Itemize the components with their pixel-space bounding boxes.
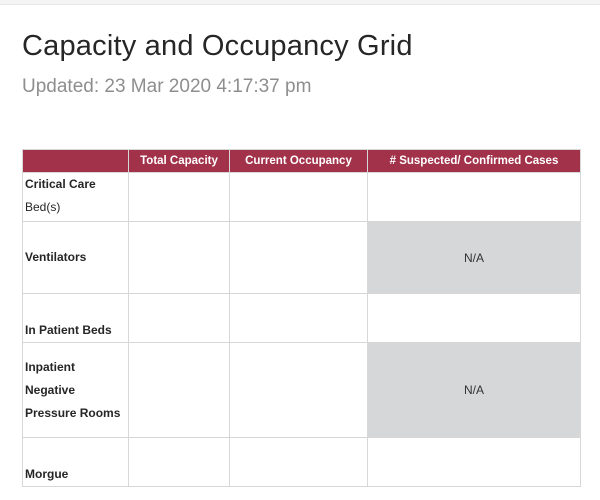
updated-timestamp: Updated: 23 Mar 2020 4:17:37 pm — [22, 76, 312, 97]
cases-cell — [367, 437, 581, 487]
cases-cell-na: N/A — [367, 342, 581, 438]
total-capacity-cell — [128, 172, 230, 222]
total-capacity-cell — [128, 342, 230, 438]
table-row: Critical Care Bed(s) — [22, 172, 581, 222]
table-row: Ventilators N/A — [22, 221, 581, 294]
row-label-line: Inpatient — [25, 359, 75, 374]
row-label-line: Critical Care — [25, 177, 96, 191]
total-capacity-cell — [128, 293, 230, 343]
row-label-line: Negative — [25, 382, 76, 397]
table-row: In Patient Beds — [22, 293, 581, 343]
row-label-line: Bed(s) — [25, 200, 61, 214]
current-occupancy-cell — [229, 342, 368, 438]
cases-cell — [367, 172, 581, 222]
total-capacity-cell — [128, 437, 230, 487]
row-label-inpatient-negative-pressure-rooms: Inpatient Negative Pressure Rooms — [22, 342, 129, 438]
column-header-total-capacity: Total Capacity — [128, 149, 230, 173]
current-occupancy-cell — [229, 172, 368, 222]
table-row: Inpatient Negative Pressure Rooms N/A — [22, 342, 581, 438]
table-row: Morgue — [22, 437, 581, 487]
cases-cell-na: N/A — [367, 221, 581, 294]
column-header-cases: # Suspected/ Confirmed Cases — [367, 149, 581, 173]
current-occupancy-cell — [229, 293, 368, 343]
row-label-in-patient-beds: In Patient Beds — [22, 293, 129, 343]
table-header-row: Total Capacity Current Occupancy # Suspe… — [22, 149, 581, 173]
row-label-critical-care: Critical Care Bed(s) — [22, 172, 129, 222]
cases-cell — [367, 293, 581, 343]
capacity-table: Total Capacity Current Occupancy # Suspe… — [22, 149, 581, 487]
row-label-ventilators: Ventilators — [22, 221, 129, 294]
column-header-empty — [22, 149, 129, 173]
column-header-current-occupancy: Current Occupancy — [229, 149, 368, 173]
page-title: Capacity and Occupancy Grid — [22, 30, 413, 62]
page: Capacity and Occupancy Grid Updated: 23 … — [0, 0, 600, 500]
total-capacity-cell — [128, 221, 230, 294]
top-edge — [0, 0, 600, 5]
row-label-line: Pressure Rooms — [25, 405, 121, 420]
current-occupancy-cell — [229, 221, 368, 294]
current-occupancy-cell — [229, 437, 368, 487]
row-label-morgue: Morgue — [22, 437, 129, 487]
